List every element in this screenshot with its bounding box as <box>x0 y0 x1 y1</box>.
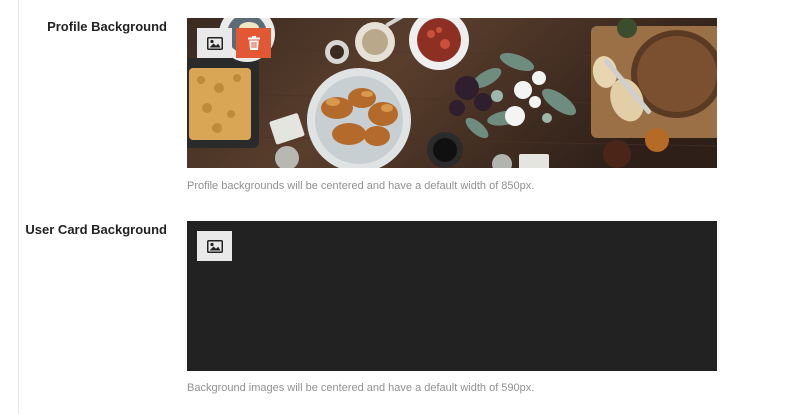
profile-background-delete-button[interactable] <box>236 28 271 58</box>
content-divider <box>18 0 19 414</box>
trash-icon <box>247 36 260 50</box>
user-preferences-backgrounds: Profile Background Profile backgrounds w… <box>0 0 790 414</box>
user-card-background-upload-button[interactable] <box>197 231 232 261</box>
user-card-background-help-text: Background images will be centered and h… <box>187 382 535 394</box>
profile-background-help-text: Profile backgrounds will be centered and… <box>187 180 535 192</box>
image-icon <box>206 239 223 253</box>
user-card-background-label: User Card Background <box>25 222 167 237</box>
user-card-background-preview <box>187 221 717 371</box>
profile-background-preview <box>187 18 717 168</box>
image-icon <box>206 36 223 50</box>
profile-background-upload-button[interactable] <box>197 28 232 58</box>
profile-background-label: Profile Background <box>47 19 167 34</box>
